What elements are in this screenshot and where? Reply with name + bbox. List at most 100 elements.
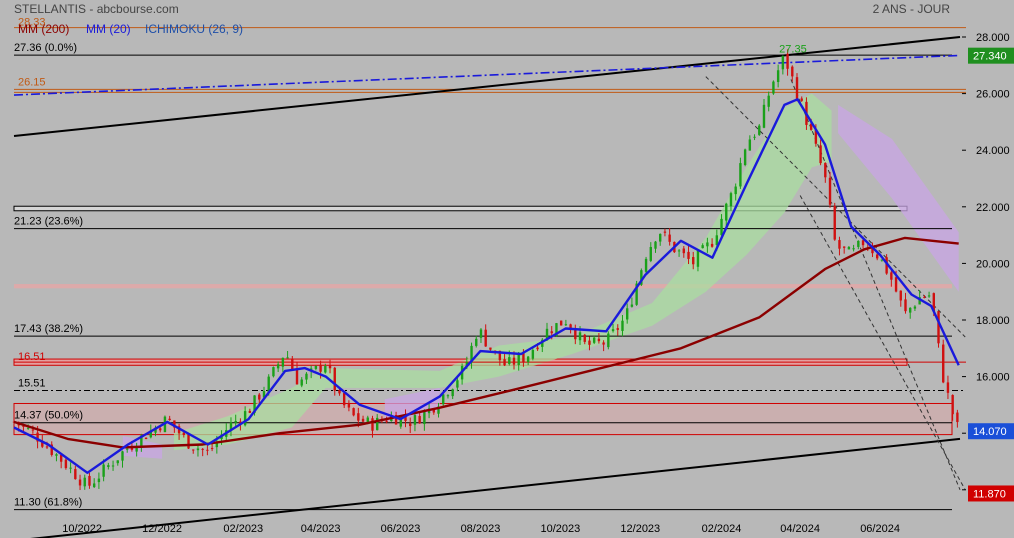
candle-body [281, 357, 285, 367]
level-label-26: 26.15 [18, 76, 46, 88]
y-tick-label: 20.000 [976, 258, 1010, 270]
y-tick-label: 18.000 [976, 315, 1010, 327]
x-tick-label: 10/2022 [62, 523, 102, 535]
candle-body [946, 382, 950, 393]
candle-body [758, 125, 761, 135]
candle-body [159, 428, 162, 431]
fib-label-618: 11.30 (61.8%) [14, 497, 82, 509]
candle-body [55, 454, 58, 456]
candle-body [92, 483, 96, 488]
candle-body [423, 411, 426, 425]
candle-body [942, 344, 945, 383]
candle-body [649, 246, 652, 261]
candle-body [135, 447, 138, 452]
candle-body [625, 308, 629, 320]
candle-body [663, 231, 667, 233]
candle-body [144, 437, 148, 440]
candle-body [168, 418, 171, 421]
candle-body [762, 104, 766, 128]
candle-body [574, 329, 577, 340]
candle-body [927, 295, 931, 297]
candle-body [333, 367, 336, 391]
candle-body [78, 479, 82, 486]
candle-body [371, 418, 374, 431]
candle-body [720, 218, 723, 236]
y-tick-label: 24.000 [976, 145, 1010, 157]
peak-annotation: 27.35 [779, 43, 807, 55]
candle-body [347, 403, 351, 408]
candle-body [357, 413, 360, 421]
y-tick-label: 22.000 [976, 202, 1010, 214]
candle-body [913, 306, 917, 309]
candle-body [286, 357, 289, 359]
candle-body [847, 246, 851, 250]
candle-body [772, 81, 775, 94]
chart-title: STELLANTIS - abcbourse.com [14, 2, 179, 16]
candle-body [852, 248, 855, 250]
candle-body [819, 145, 822, 164]
candle-body [833, 206, 836, 240]
candle-body [479, 329, 483, 338]
candle-body [781, 56, 785, 70]
price-tag-label: 27.340 [973, 51, 1007, 63]
candle-body [305, 373, 308, 380]
candle-body [446, 395, 450, 397]
candle-body [861, 240, 865, 246]
candle-body [795, 77, 799, 99]
candle-body [937, 311, 940, 344]
candle-body [767, 95, 770, 107]
candle-body [710, 243, 714, 247]
candle-body [654, 241, 657, 249]
candle-body [706, 242, 709, 247]
candle-body [630, 304, 634, 307]
candle-body [192, 449, 195, 451]
candle-body [894, 277, 898, 292]
candle-body [210, 448, 214, 450]
candle-body [126, 448, 129, 450]
candle-body [753, 136, 756, 138]
candle-body [69, 467, 72, 469]
candle-body [74, 469, 77, 480]
candle-body [526, 356, 530, 362]
candle-body [512, 357, 516, 365]
candle-body [451, 389, 454, 397]
x-tick-label: 12/2022 [142, 523, 182, 535]
candle-body [258, 394, 261, 400]
candle-body [503, 359, 506, 366]
legend-mm20: MM (20) [86, 22, 131, 36]
candle-body [83, 477, 86, 487]
candle-body [923, 296, 926, 298]
candle-body [88, 475, 91, 486]
legend-ichimoku: ICHIMOKU (26, 9) [145, 22, 243, 36]
candle-body [857, 240, 860, 247]
candle-body [342, 393, 346, 406]
candle-body [842, 246, 846, 248]
candle-body [588, 340, 591, 345]
y-tick-label: 26.000 [976, 89, 1010, 101]
candle-body [838, 240, 841, 249]
candle-body [517, 354, 520, 366]
candle-body [729, 193, 733, 207]
candle-body [276, 364, 280, 369]
candle-body [291, 358, 294, 370]
legend-mm200: MM (200) [18, 22, 69, 36]
candle-body [734, 186, 737, 195]
candle-body [456, 380, 459, 388]
y-tick-label: 28.000 [976, 32, 1010, 44]
x-tick-label: 02/2023 [223, 523, 263, 535]
candle-body [743, 149, 747, 165]
candle-body [352, 408, 355, 416]
candle-body [338, 390, 341, 394]
candle-body [909, 307, 912, 313]
candle-body [234, 420, 237, 423]
candle-body [361, 418, 365, 422]
candle-body [607, 333, 610, 348]
stock-chart: 27.36 (0.0%) 21.23 (23.6%) 17.43 (38.2%) 14… [0, 0, 1014, 538]
candle-body [583, 334, 586, 342]
candle-body [550, 331, 553, 334]
candle-body [824, 162, 827, 178]
candle-body [564, 324, 568, 326]
candle-body [800, 98, 803, 101]
x-tick-label: 02/2024 [702, 523, 742, 535]
candle-body [413, 415, 417, 425]
